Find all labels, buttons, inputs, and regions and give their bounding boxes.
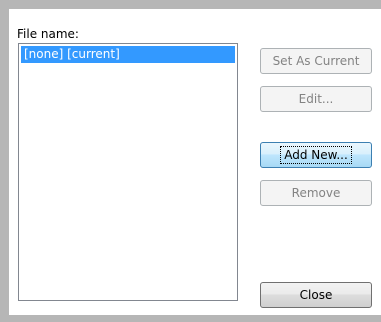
add-new-button[interactable]: Add New...	[260, 142, 372, 168]
list-item-label: [none] [current]	[24, 47, 120, 61]
window-frame-left	[0, 0, 9, 322]
list-item[interactable]: [none] [current]	[21, 46, 235, 63]
remove-label: Remove	[291, 186, 341, 200]
add-new-label: Add New...	[280, 146, 352, 164]
window-frame-bottom	[0, 315, 381, 322]
file-list[interactable]: [none] [current]	[18, 43, 238, 301]
set-as-current-label: Set As Current	[272, 54, 360, 68]
edit-button[interactable]: Edit...	[260, 86, 372, 112]
set-as-current-button[interactable]: Set As Current	[260, 48, 372, 74]
dialog-window: File name: [none] [current] Set As Curre…	[0, 0, 381, 322]
remove-button[interactable]: Remove	[260, 180, 372, 206]
edit-label: Edit...	[298, 92, 334, 106]
close-button[interactable]: Close	[260, 282, 372, 308]
close-label: Close	[299, 288, 333, 302]
file-name-label: File name:	[17, 27, 79, 41]
window-frame-top	[0, 0, 381, 9]
